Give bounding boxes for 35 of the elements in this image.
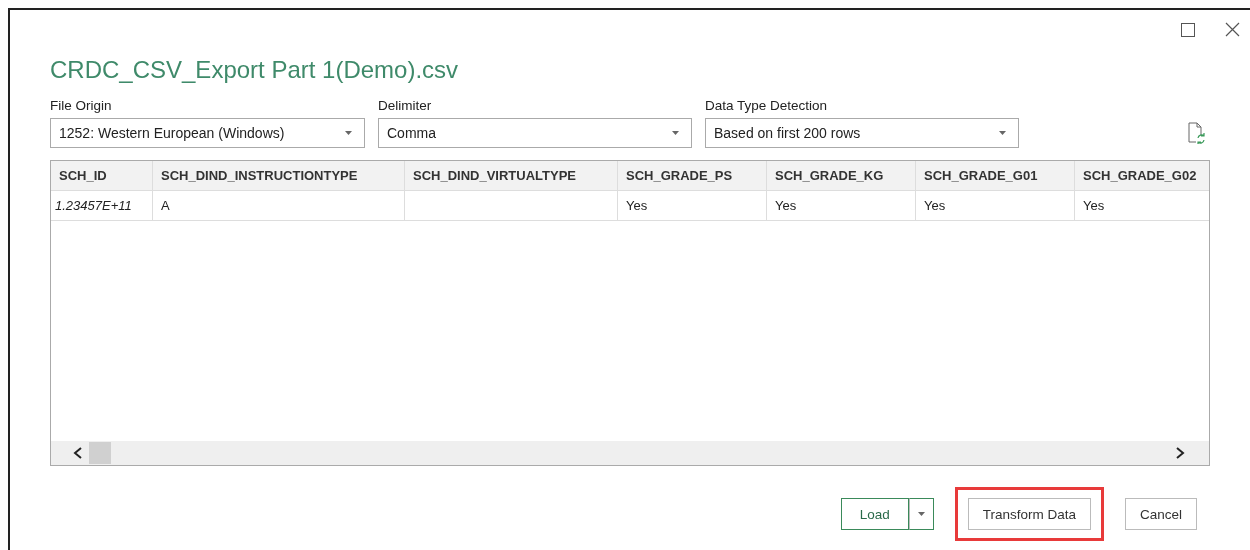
caret-icon [672, 131, 679, 135]
table-cell: Yes [767, 191, 916, 220]
window-title: CRDC_CSV_Export Part 1(Demo).csv [50, 55, 459, 85]
field-label: Data Type Detection [705, 98, 829, 113]
table-cell: Yes [916, 191, 1075, 220]
column-header: SCH_GRADE_PS [618, 161, 767, 190]
scroll-left-icon[interactable] [73, 447, 83, 459]
table-cell: Yes [618, 191, 767, 220]
dropdown[interactable]: Based on first 200 rows [705, 118, 1019, 148]
close-icon[interactable] [1225, 22, 1240, 37]
maximize-icon[interactable] [1181, 22, 1195, 37]
column-header: SCH_DIND_INSTRUCTIONTYPE [153, 161, 405, 190]
column-header: SCH_GRADE_G01 [916, 161, 1075, 190]
column-header: SCH_ID [51, 161, 153, 190]
dropdown[interactable]: 1252: Western European (Windows) [50, 118, 365, 148]
scroll-right-icon[interactable] [1175, 447, 1185, 459]
dialog-button[interactable]: Cancel [1124, 498, 1197, 530]
field-label: Delimiter [378, 98, 433, 113]
refresh-document-icon[interactable] [1188, 122, 1206, 144]
column-header: SCH_GRADE_G02 [1075, 161, 1209, 190]
dropdown[interactable]: Comma [378, 118, 692, 148]
column-header: SCH_DIND_VIRTUALTYPE [405, 161, 618, 190]
column-header: SCH_GRADE_KG [767, 161, 916, 190]
horizontal-scrollbar[interactable] [51, 441, 1209, 465]
caret-icon [999, 131, 1006, 135]
caret-icon [917, 512, 925, 516]
load-options-button[interactable] [908, 498, 934, 530]
load-button[interactable]: Load [840, 498, 909, 530]
caret-icon [345, 131, 352, 135]
dialog-button[interactable]: Transform Data [967, 498, 1091, 530]
table-cell: 1.23457E+11 [51, 191, 153, 220]
scroll-thumb[interactable] [89, 442, 111, 464]
table-cell: Yes [1075, 191, 1209, 220]
table-cell: A [153, 191, 405, 220]
field-label: File Origin [50, 98, 113, 113]
